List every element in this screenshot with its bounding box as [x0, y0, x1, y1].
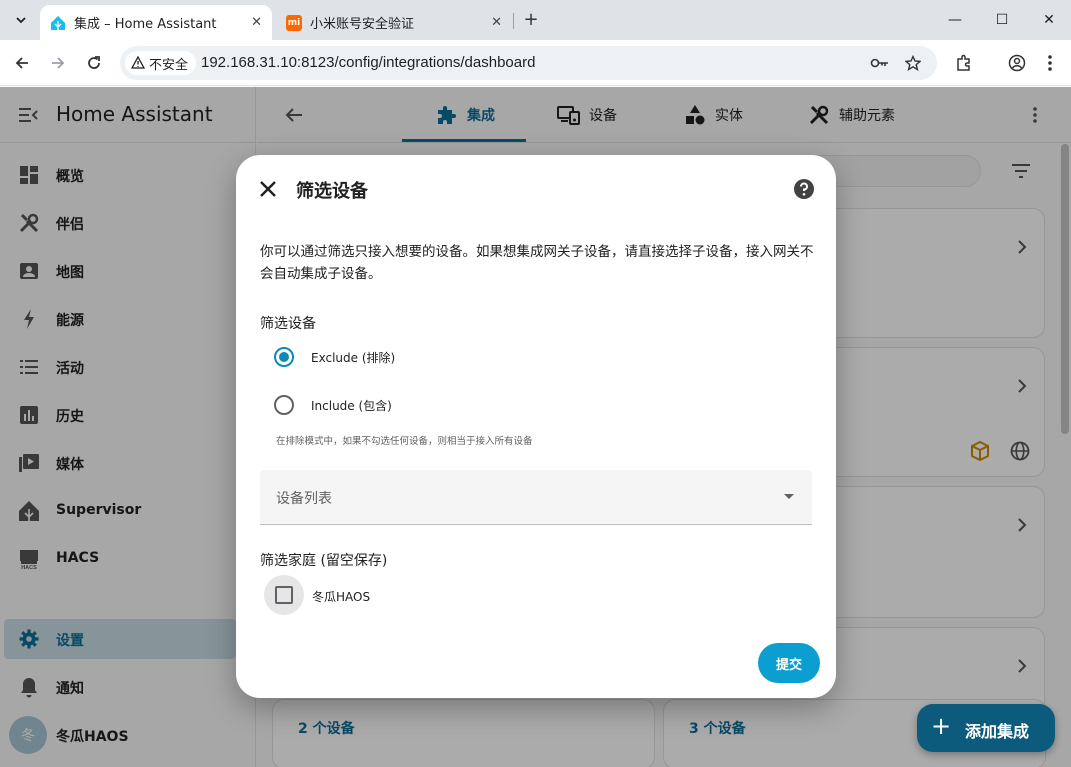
filter-section-label: 筛选设备	[260, 316, 316, 332]
puzzle-extension-icon	[957, 54, 970, 71]
dropdown-arrow-icon	[784, 494, 794, 499]
radio-exclude[interactable]: Exclude (排除)	[260, 337, 560, 377]
close-window-button[interactable]: ✕	[1035, 8, 1063, 32]
device-list-select[interactable]: 设备列表	[260, 470, 812, 525]
profile-icon	[1008, 54, 1026, 72]
url-text: 192.168.31.10:8123/config/integrations/d…	[201, 54, 536, 71]
back-nav-button[interactable]	[9, 50, 35, 76]
extensions-button[interactable]	[951, 50, 977, 76]
radio-label: Include (包含)	[311, 398, 392, 413]
tab-close-icon[interactable]: ✕	[491, 15, 502, 30]
password-key-icon[interactable]	[870, 53, 890, 73]
browser-menu-button[interactable]	[1037, 50, 1063, 76]
security-chip-label: 不安全	[149, 57, 189, 73]
address-bar[interactable]: 不安全 192.168.31.10:8123/config/integratio…	[120, 46, 937, 80]
tab-close-icon[interactable]: ✕	[251, 15, 262, 30]
arrow-right-icon	[52, 57, 65, 69]
close-icon[interactable]	[256, 177, 280, 201]
maximize-button[interactable]: ☐	[988, 8, 1016, 32]
profile-button[interactable]	[1004, 50, 1030, 76]
tab-title: 小米账号安全验证	[310, 17, 415, 32]
kebab-menu-icon	[1048, 55, 1052, 71]
security-chip[interactable]: 不安全	[125, 51, 197, 75]
plus-icon: +	[931, 712, 952, 740]
tab-title: 集成 – Home Assistant	[74, 17, 217, 32]
reload-icon	[88, 56, 100, 69]
help-icon[interactable]	[793, 178, 815, 200]
chevron-down-icon	[16, 17, 26, 24]
home-checkbox[interactable]	[275, 586, 293, 604]
minimize-button[interactable]: —	[941, 8, 969, 32]
home-section-label: 筛选家庭 (留空保存)	[260, 553, 388, 569]
add-integration-button[interactable]: + 添加集成	[917, 704, 1055, 752]
radio-button[interactable]	[274, 347, 294, 367]
exclude-mode-hint: 在排除模式中，如果不勾选任何设备，则相当于接入所有设备	[276, 436, 533, 447]
browser-toolbar: 不安全 192.168.31.10:8123/config/integratio…	[0, 40, 1071, 86]
browser-tab-mi[interactable]: mi 小米账号安全验证 ✕	[276, 5, 512, 40]
arrow-left-icon	[15, 57, 28, 69]
dialog-title: 筛选设备	[296, 181, 368, 202]
forward-nav-button[interactable]	[45, 50, 71, 76]
tab-search-menu-button[interactable]	[8, 7, 34, 33]
home-checkbox-label: 冬瓜HAOS	[312, 590, 371, 604]
new-tab-button[interactable]: +	[520, 8, 542, 30]
radio-include[interactable]: Include (包含)	[260, 385, 560, 425]
radio-button[interactable]	[274, 395, 294, 415]
browser-tab-home-assistant[interactable]: 集成 – Home Assistant ✕	[40, 5, 272, 40]
fab-label: 添加集成	[965, 722, 1030, 741]
select-label: 设备列表	[276, 491, 332, 507]
mi-favicon: mi	[286, 14, 302, 31]
home-assistant-favicon	[50, 15, 66, 31]
browser-tabstrip: 集成 – Home Assistant ✕ mi 小米账号安全验证 ✕ + — …	[0, 0, 1071, 40]
submit-button[interactable]: 提交	[758, 643, 820, 683]
radio-label: Exclude (排除)	[311, 350, 396, 365]
tab-separator	[513, 13, 514, 29]
reload-button[interactable]	[81, 50, 107, 76]
warning-icon	[131, 56, 145, 69]
filter-devices-dialog: 筛选设备 你可以通过筛选只接入想要的设备。如果想集成网关子设备，请直接选择子设备…	[236, 155, 836, 698]
dialog-description: 你可以通过筛选只接入想要的设备。如果想集成网关子设备，请直接选择子设备，接入网关…	[260, 244, 814, 282]
bookmark-star-icon[interactable]	[903, 53, 923, 73]
